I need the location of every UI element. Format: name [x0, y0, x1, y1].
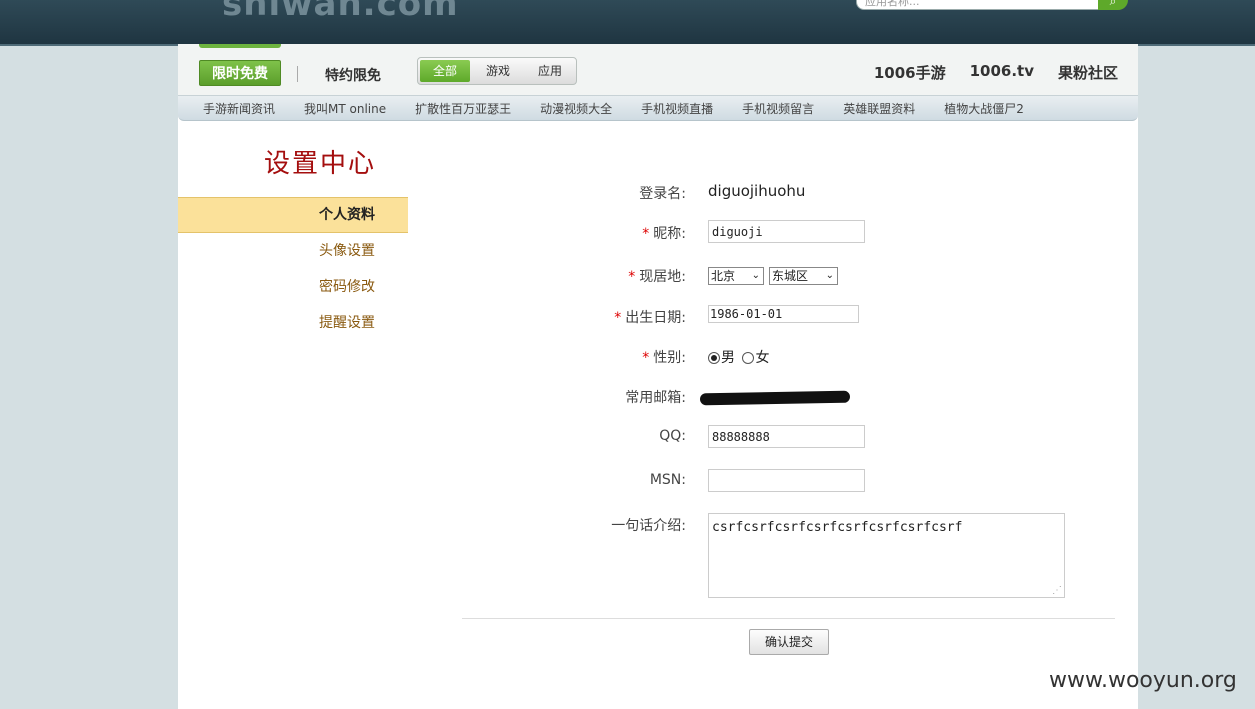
location-label: 现居地: [639, 269, 686, 285]
gender-male-radio[interactable] [708, 352, 720, 364]
site-logo[interactable]: shiwan.com [222, 0, 459, 24]
nickname-input[interactable]: diguoji [708, 220, 865, 243]
subnav-item[interactable]: 手机视频直播 [641, 96, 713, 122]
subnav-item[interactable]: 手游新闻资讯 [203, 96, 275, 122]
submit-button[interactable]: 确认提交 [749, 629, 829, 655]
required-marker: * [642, 350, 650, 366]
top-header: shiwan.com 应用名称... ⌕ [0, 0, 1255, 46]
intro-textarea[interactable]: csrfcsrfcsrfcsrfcsrfcsrfcsrfcsrf ⋰ [708, 513, 1065, 598]
birth-label: 出生日期: [625, 310, 686, 326]
required-marker: * [642, 226, 650, 242]
segment-all[interactable]: 全部 [420, 60, 470, 82]
row-nickname: * 昵称: diguoji [178, 220, 1138, 250]
free-button[interactable]: 限时免费 [199, 60, 281, 86]
tab-indicator [199, 44, 281, 48]
gender-male-label[interactable]: 男 [721, 350, 735, 366]
chevron-down-icon: ⌄ [751, 270, 760, 281]
subnav-item[interactable]: 我叫MT online [304, 96, 386, 122]
row-email: 常用邮箱: [178, 387, 1138, 417]
subnav-item[interactable]: 扩散性百万亚瑟王 [415, 96, 511, 122]
required-marker: * [628, 269, 636, 285]
gender-female-label[interactable]: 女 [755, 350, 769, 366]
gender-options: 男 女 [708, 347, 769, 367]
location-label-wrap: * 现居地: [628, 266, 686, 286]
row-birthdate: * 出生日期: 1986-01-01 [178, 305, 1138, 335]
page-title: 设置中心 [264, 149, 377, 179]
form-divider [462, 618, 1115, 619]
subnav-item[interactable]: 植物大战僵尸2 [944, 96, 1024, 122]
msn-input[interactable] [708, 469, 865, 492]
login-value: diguojihuohu [708, 182, 806, 200]
row-qq: QQ: 88888888 [178, 425, 1138, 455]
segment-apps[interactable]: 应用 [524, 58, 576, 84]
site-links: 1006手游 1006.tv 果粉社区 [874, 62, 1118, 83]
search-icon: ⌕ [1109, 0, 1117, 8]
row-location: * 现居地: 北京 ⌄ 东城区 ⌄ [178, 265, 1138, 295]
resize-handle-icon[interactable]: ⋰ [1052, 585, 1062, 596]
link-1006-mobile[interactable]: 1006手游 [874, 62, 946, 83]
district-value: 东城区 [772, 269, 809, 283]
watermark: www.wooyun.org [1049, 668, 1237, 693]
province-value: 北京 [711, 269, 736, 283]
login-label: 登录名: [639, 186, 686, 202]
chevron-down-icon: ⌄ [825, 270, 834, 281]
qq-label: QQ: [659, 428, 686, 444]
nav-divider [297, 66, 298, 82]
search-input[interactable]: 应用名称... [856, 0, 1100, 10]
nickname-label: 昵称: [653, 226, 686, 242]
nickname-label-wrap: * 昵称: [642, 223, 686, 243]
search-button[interactable]: ⌕ [1098, 0, 1128, 10]
birth-label-wrap: * 出生日期: [614, 307, 686, 327]
link-1006-tv[interactable]: 1006.tv [970, 62, 1034, 83]
intro-label: 一句话介绍: [611, 518, 686, 534]
district-select[interactable]: 东城区 ⌄ [769, 267, 838, 285]
qq-input[interactable]: 88888888 [708, 425, 865, 448]
msn-label: MSN: [649, 472, 686, 488]
segment-games[interactable]: 游戏 [472, 58, 524, 84]
category-segment: 全部 游戏 应用 [417, 57, 577, 85]
gender-label: 性别: [653, 350, 686, 366]
required-marker: * [614, 310, 622, 326]
subnav-item[interactable]: 动漫视频大全 [540, 96, 612, 122]
row-login: 登录名: diguojihuohu [178, 181, 1138, 211]
main-container: 限时免费 特约限免 全部 游戏 应用 1006手游 1006.tv 果粉社区 手… [178, 44, 1138, 709]
secondary-nav: 手游新闻资讯 我叫MT online 扩散性百万亚瑟王 动漫视频大全 手机视频直… [178, 95, 1138, 121]
birthdate-input[interactable]: 1986-01-01 [708, 305, 859, 323]
province-select[interactable]: 北京 ⌄ [708, 267, 764, 285]
subnav-item[interactable]: 英雄联盟资料 [843, 96, 915, 122]
subnav-item[interactable]: 手机视频留言 [742, 96, 814, 122]
row-msn: MSN: [178, 469, 1138, 499]
email-label: 常用邮箱: [625, 390, 686, 406]
gender-female-radio[interactable] [742, 352, 755, 364]
intro-text: csrfcsrfcsrfcsrfcsrfcsrfcsrfcsrf [712, 520, 963, 535]
gender-label-wrap: * 性别: [642, 347, 686, 367]
primary-nav: 限时免费 特约限免 全部 游戏 应用 1006手游 1006.tv 果粉社区 [178, 44, 1138, 95]
special-free-link[interactable]: 特约限免 [325, 65, 381, 85]
row-gender: * 性别: 男 女 [178, 346, 1138, 376]
link-apple-community[interactable]: 果粉社区 [1058, 62, 1118, 83]
